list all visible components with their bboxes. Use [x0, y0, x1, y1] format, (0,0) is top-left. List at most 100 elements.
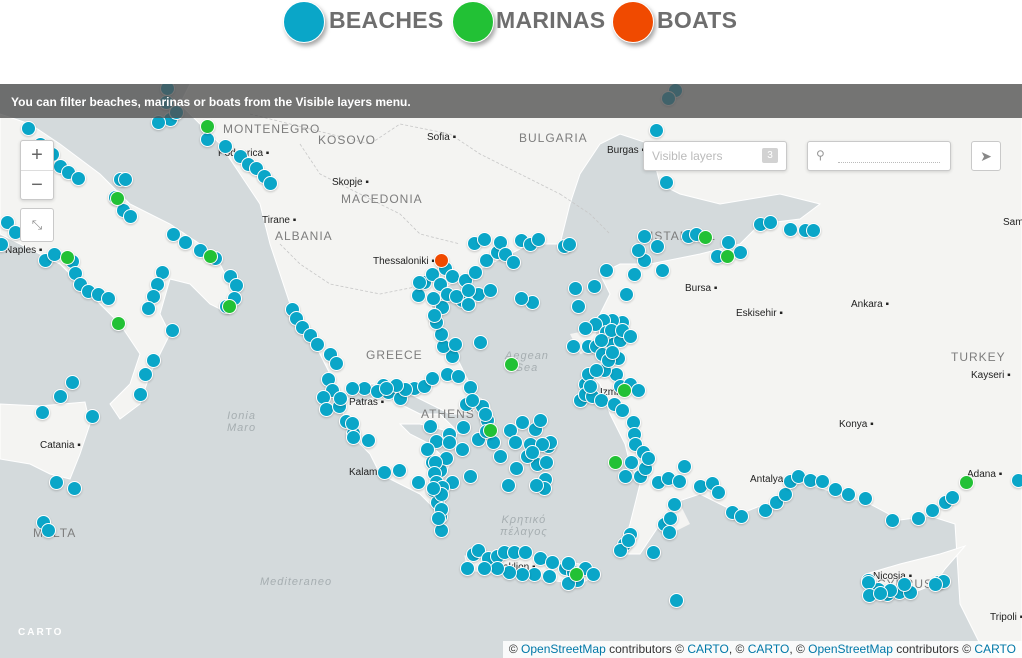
beach-marker[interactable] — [165, 323, 180, 338]
beach-marker[interactable] — [490, 561, 505, 576]
beach-marker[interactable] — [806, 223, 821, 238]
beach-marker[interactable] — [412, 275, 427, 290]
beach-marker[interactable] — [361, 433, 376, 448]
beach-marker[interactable] — [531, 232, 546, 247]
beach-marker[interactable] — [631, 383, 646, 398]
osm-link[interactable]: OpenStreetMap — [521, 642, 606, 656]
beach-marker[interactable] — [118, 172, 133, 187]
search-input[interactable] — [838, 148, 940, 163]
beach-marker[interactable] — [200, 132, 215, 147]
beach-marker[interactable] — [346, 430, 361, 445]
beach-marker[interactable] — [858, 491, 873, 506]
beach-marker[interactable] — [885, 513, 900, 528]
beach-marker[interactable] — [483, 283, 498, 298]
beach-marker[interactable] — [631, 243, 646, 258]
beach-marker[interactable] — [783, 222, 798, 237]
fullscreen-button[interactable]: ⤡ — [20, 208, 54, 242]
marina-marker[interactable] — [60, 250, 75, 265]
beach-marker[interactable] — [619, 287, 634, 302]
beach-marker[interactable] — [568, 281, 583, 296]
beach-marker[interactable] — [624, 455, 639, 470]
beach-marker[interactable] — [85, 409, 100, 424]
beach-marker[interactable] — [515, 567, 530, 582]
beach-marker[interactable] — [586, 567, 601, 582]
beach-marker[interactable] — [514, 291, 529, 306]
beach-marker[interactable] — [133, 387, 148, 402]
beach-marker[interactable] — [426, 291, 441, 306]
beach-marker[interactable] — [178, 235, 193, 250]
beach-marker[interactable] — [477, 561, 492, 576]
beach-marker[interactable] — [562, 237, 577, 252]
carto-link[interactable]: CARTO — [687, 642, 729, 656]
marina-marker[interactable] — [617, 383, 632, 398]
boat-marker[interactable] — [434, 253, 449, 268]
beach-marker[interactable] — [599, 263, 614, 278]
beach-marker[interactable] — [501, 478, 516, 493]
beach-marker[interactable] — [411, 288, 426, 303]
beach-marker[interactable] — [263, 176, 278, 191]
beach-marker[interactable] — [539, 455, 554, 470]
beach-marker[interactable] — [141, 301, 156, 316]
marina-marker[interactable] — [203, 249, 218, 264]
beach-marker[interactable] — [379, 381, 394, 396]
beach-marker[interactable] — [310, 337, 325, 352]
beach-marker[interactable] — [468, 265, 483, 280]
beach-marker[interactable] — [911, 511, 926, 526]
beach-marker[interactable] — [67, 481, 82, 496]
beach-marker[interactable] — [525, 445, 540, 460]
beach-marker[interactable] — [423, 419, 438, 434]
visible-layers-button[interactable]: Visible layers 3 — [643, 141, 787, 171]
beach-marker[interactable] — [426, 481, 441, 496]
beach-marker[interactable] — [621, 533, 636, 548]
beach-marker[interactable] — [763, 215, 778, 230]
beach-marker[interactable] — [945, 490, 960, 505]
beach-marker[interactable] — [425, 371, 440, 386]
beach-marker[interactable] — [677, 459, 692, 474]
beach-marker[interactable] — [646, 545, 661, 560]
marina-marker[interactable] — [110, 191, 125, 206]
beach-marker[interactable] — [456, 420, 471, 435]
beach-marker[interactable] — [605, 345, 620, 360]
share-button[interactable]: ➤ — [971, 141, 1001, 171]
osm-link[interactable]: OpenStreetMap — [808, 642, 893, 656]
beach-marker[interactable] — [873, 586, 888, 601]
beach-marker[interactable] — [461, 297, 476, 312]
beach-marker[interactable] — [529, 478, 544, 493]
beach-marker[interactable] — [669, 593, 684, 608]
beach-marker[interactable] — [493, 449, 508, 464]
zoom-out-button[interactable]: − — [21, 171, 53, 200]
beach-marker[interactable] — [461, 283, 476, 298]
beach-marker[interactable] — [463, 469, 478, 484]
carto-link[interactable]: CARTO — [748, 642, 790, 656]
beach-marker[interactable] — [841, 487, 856, 502]
carto-link[interactable]: CARTO — [974, 642, 1016, 656]
beach-marker[interactable] — [509, 461, 524, 476]
beach-marker[interactable] — [734, 509, 749, 524]
marina-marker[interactable] — [959, 475, 974, 490]
beach-marker[interactable] — [637, 229, 652, 244]
beach-marker[interactable] — [571, 299, 586, 314]
beach-marker[interactable] — [649, 123, 664, 138]
beach-marker[interactable] — [618, 469, 633, 484]
beach-marker[interactable] — [711, 485, 726, 500]
beach-marker[interactable] — [377, 465, 392, 480]
beach-marker[interactable] — [333, 391, 348, 406]
marina-marker[interactable] — [200, 119, 215, 134]
beach-marker[interactable] — [627, 267, 642, 282]
beach-marker[interactable] — [35, 405, 50, 420]
beach-marker[interactable] — [641, 451, 656, 466]
beach-marker[interactable] — [533, 413, 548, 428]
beach-marker[interactable] — [345, 381, 360, 396]
marina-marker[interactable] — [569, 567, 584, 582]
beach-marker[interactable] — [778, 487, 793, 502]
beach-marker[interactable] — [146, 353, 161, 368]
beach-marker[interactable] — [518, 545, 533, 560]
beach-marker[interactable] — [465, 393, 480, 408]
marina-marker[interactable] — [698, 230, 713, 245]
beach-marker[interactable] — [478, 407, 493, 422]
beach-marker[interactable] — [650, 239, 665, 254]
beach-marker[interactable] — [566, 339, 581, 354]
beach-marker[interactable] — [1011, 473, 1022, 488]
beach-marker[interactable] — [473, 335, 488, 350]
beach-marker[interactable] — [663, 511, 678, 526]
